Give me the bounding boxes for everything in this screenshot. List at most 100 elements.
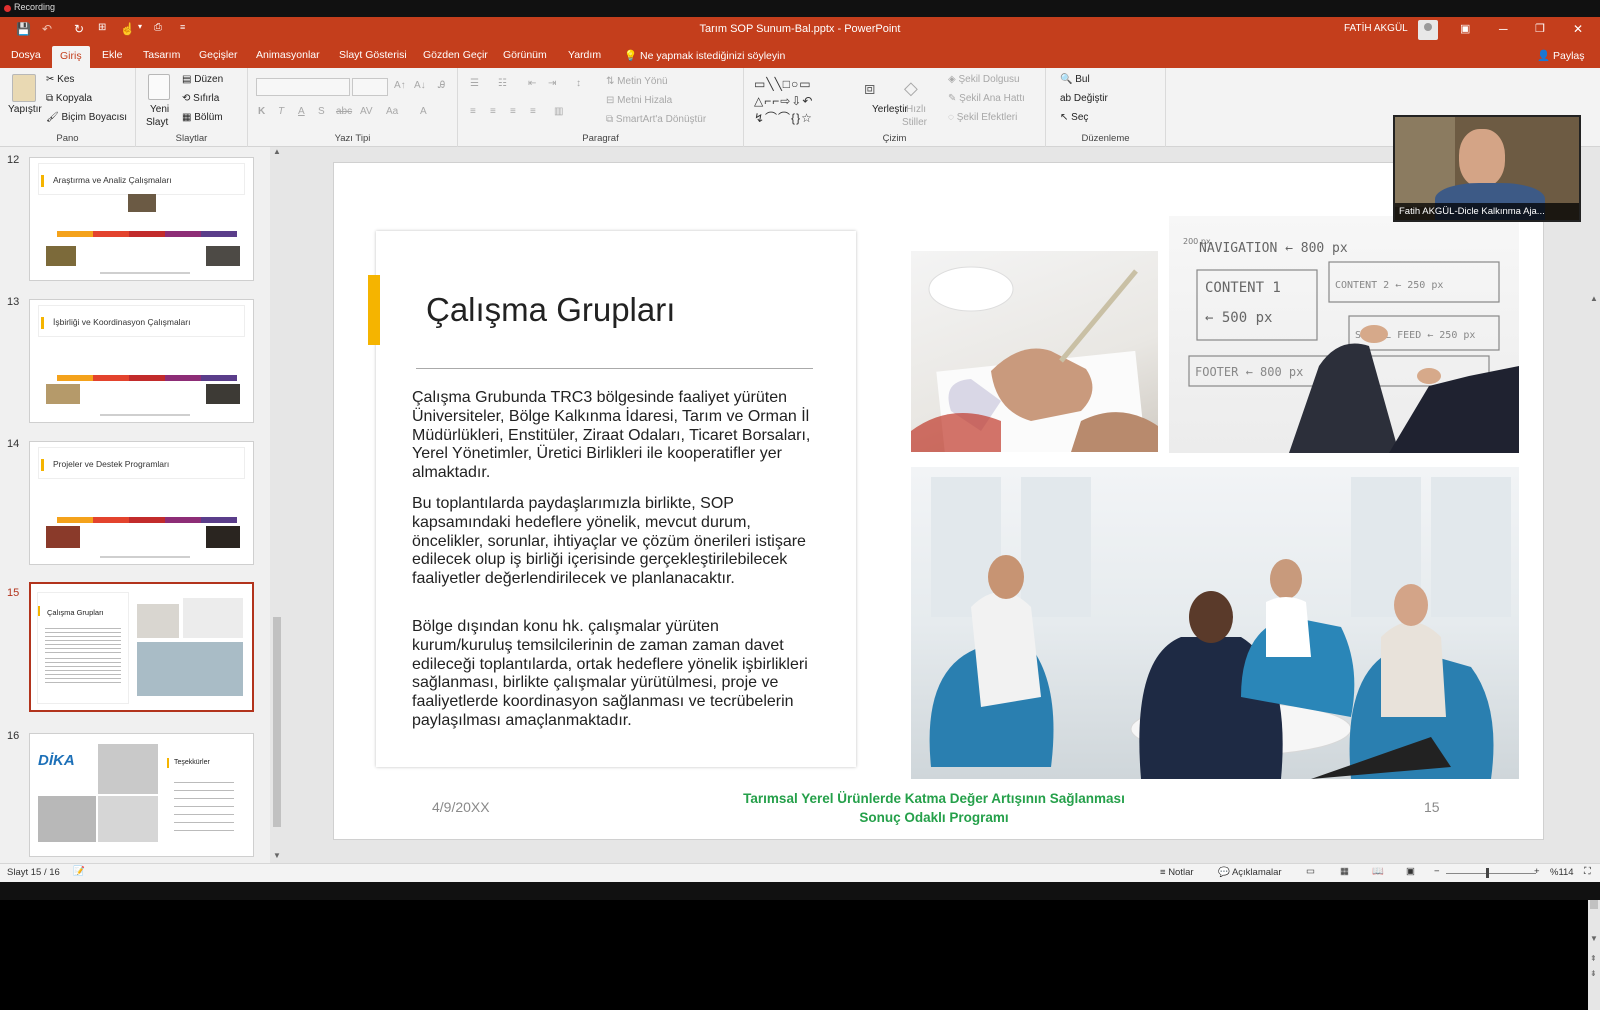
slide-title[interactable]: Çalışma Grupları — [426, 291, 675, 329]
quick-styles-label-1[interactable]: Hızlı — [906, 104, 926, 115]
arrange-button[interactable]: Yerleştir — [872, 104, 908, 115]
bold-icon[interactable]: K — [258, 106, 265, 117]
reset-button[interactable]: ⟲ Sıfırla — [182, 93, 219, 104]
tab-insert[interactable]: Ekle — [102, 49, 122, 61]
decrease-indent-icon[interactable]: ⇤ — [528, 78, 536, 89]
font-color-icon[interactable]: A — [420, 106, 427, 117]
tab-animations[interactable]: Animasyonlar — [256, 49, 320, 61]
scrollbar-thumb[interactable] — [273, 617, 281, 827]
slide-thumbnail-15-selected[interactable]: Çalışma Grupları — [29, 582, 254, 712]
slide-date[interactable]: 4/9/20XX — [432, 799, 490, 815]
zoom-out-icon[interactable]: − — [1434, 866, 1440, 877]
previous-slide-icon[interactable]: ⇞ — [1590, 954, 1597, 963]
slide-canvas[interactable]: Çalışma Grupları Çalışma Grubunda TRC3 b… — [333, 162, 1544, 840]
paste-button[interactable]: Yapıştır — [8, 104, 42, 115]
slide-number[interactable]: 15 — [1424, 799, 1440, 815]
font-grow-icon[interactable]: A↑ — [394, 80, 406, 91]
quick-styles-icon[interactable]: ◇ — [904, 78, 918, 99]
paragraph-1[interactable]: Çalışma Grubunda TRC3 bölgesinde faaliye… — [412, 389, 822, 483]
slideshow-view-icon[interactable]: ▣ — [1406, 866, 1415, 877]
line-spacing-icon[interactable]: ↕ — [576, 78, 581, 89]
select-button[interactable]: ↖ Seç — [1060, 112, 1088, 123]
accessibility-icon[interactable]: 📝 — [73, 866, 85, 877]
paste-icon[interactable] — [12, 74, 36, 102]
slide-thumbnail-13[interactable]: İşbirliği ve Koordinasyon Çalışmaları — [29, 299, 254, 423]
writing-hand-photo[interactable] — [911, 251, 1158, 452]
whiteboard-photo[interactable]: 200 px NAVIGATION ← 800 px CONTENT 1 ← 5… — [1169, 216, 1519, 453]
shadow-icon[interactable]: S — [318, 106, 325, 117]
meeting-photo[interactable] — [911, 467, 1519, 779]
font-family-combo[interactable] — [256, 78, 350, 96]
scroll-up-icon[interactable]: ▲ — [1590, 294, 1598, 303]
paragraph-2[interactable]: Bu toplantılarda paydaşlarımızla birlikt… — [412, 495, 822, 589]
clear-format-icon[interactable]: Ꭿ — [438, 80, 445, 91]
scroll-up-icon[interactable]: ▲ — [273, 147, 281, 156]
columns-icon[interactable]: ▥ — [554, 106, 563, 117]
slide-thumbnail-16[interactable]: DİKA Teşekkürler — [29, 733, 254, 857]
tab-help[interactable]: Yardım — [568, 49, 601, 61]
comments-button[interactable]: 💬 Açıklamalar — [1218, 867, 1282, 878]
change-case-icon[interactable]: Aa — [386, 106, 398, 117]
align-right-icon[interactable]: ≡ — [510, 106, 516, 117]
format-painter-button[interactable]: 🖌 Biçim Boyacısı — [46, 112, 127, 123]
quick-styles-label-2[interactable]: Stiller — [902, 117, 927, 128]
zoom-in-icon[interactable]: + — [1534, 866, 1540, 877]
minimize-icon[interactable]: ─ — [1499, 22, 1508, 36]
tab-file[interactable]: Dosya — [11, 49, 41, 61]
ribbon-display-icon[interactable]: ▣ — [1460, 22, 1470, 35]
tab-review[interactable]: Gözden Geçir — [423, 49, 488, 61]
tab-view[interactable]: Görünüm — [503, 49, 547, 61]
new-slide-label-1[interactable]: Yeni — [150, 104, 169, 115]
new-slide-icon[interactable] — [148, 74, 170, 100]
smartart-button[interactable]: ⧉ SmartArt'a Dönüştür — [606, 114, 706, 125]
copy-button[interactable]: ⧉ Kopyala — [46, 93, 92, 104]
replace-button[interactable]: ab Değiştir — [1060, 93, 1108, 104]
close-icon[interactable]: ✕ — [1573, 22, 1583, 36]
scroll-down-icon[interactable]: ▼ — [1590, 934, 1598, 943]
align-center-icon[interactable]: ≡ — [490, 106, 496, 117]
scroll-down-icon[interactable]: ▼ — [273, 851, 281, 860]
next-slide-icon[interactable]: ⇟ — [1590, 969, 1597, 978]
reading-view-icon[interactable]: 📖 — [1372, 866, 1384, 877]
tab-design[interactable]: Tasarım — [143, 49, 180, 61]
shape-effects-button[interactable]: ◌ Şekil Efektleri — [948, 112, 1017, 123]
slide-thumbnail-14[interactable]: Projeler ve Destek Programları — [29, 441, 254, 565]
avatar[interactable] — [1418, 20, 1438, 40]
text-direction-button[interactable]: ⇅ Metin Yönü — [606, 76, 668, 87]
paragraph-3[interactable]: Bölge dışından konu hk. çalışmalar yürüt… — [412, 618, 822, 731]
char-spacing-icon[interactable]: AV — [360, 106, 373, 117]
slide-sorter-icon[interactable]: ▦ — [1340, 866, 1349, 877]
align-text-button[interactable]: ⊟ Metni Hizala — [606, 95, 672, 106]
tab-home[interactable]: Giriş — [52, 46, 90, 68]
layout-button[interactable]: ▤ Düzen — [182, 74, 223, 85]
shape-fill-button[interactable]: ◈ Şekil Dolgusu — [948, 74, 1020, 85]
tab-slideshow[interactable]: Slayt Gösterisi — [339, 49, 407, 61]
slide-thumbnail-12[interactable]: Araştırma ve Analiz Çalışmaları — [29, 157, 254, 281]
user-name[interactable]: FATİH AKGÜL — [1344, 23, 1408, 34]
fit-to-window-icon[interactable]: ⛶ — [1584, 866, 1591, 877]
numbering-icon[interactable]: ☷ — [498, 78, 507, 89]
arrange-icon[interactable]: ⧈ — [864, 78, 875, 99]
tab-transitions[interactable]: Geçişler — [199, 49, 238, 61]
shape-outline-button[interactable]: ✎ Şekil Ana Hattı — [948, 93, 1025, 104]
find-button[interactable]: 🔍 Bul — [1060, 74, 1090, 85]
normal-view-icon[interactable]: ▭ — [1306, 866, 1315, 877]
tell-me-search[interactable]: 💡 Ne yapmak istediğinizi söyleyin — [624, 49, 785, 62]
zoom-slider-thumb[interactable] — [1486, 868, 1489, 878]
strikethrough-icon[interactable]: abc — [336, 106, 352, 117]
new-slide-label-2[interactable]: Slayt — [146, 117, 168, 128]
cut-button[interactable]: ✂ Kes — [46, 74, 74, 85]
zoom-slider[interactable] — [1446, 873, 1536, 874]
underline-icon[interactable]: A — [298, 106, 305, 117]
bullets-icon[interactable]: ☰ — [470, 78, 479, 89]
font-shrink-icon[interactable]: A↓ — [414, 80, 426, 91]
align-left-icon[interactable]: ≡ — [470, 106, 476, 117]
zoom-level[interactable]: %114 — [1550, 867, 1574, 878]
font-size-combo[interactable] — [352, 78, 388, 96]
share-button[interactable]: 👤 Paylaş — [1537, 49, 1585, 62]
thumbnails-scrollbar[interactable]: ▲ ▼ — [271, 147, 283, 863]
notes-button[interactable]: ≡ Notlar — [1160, 867, 1194, 878]
shapes-gallery-icon[interactable]: ▭╲╲□○▭ △⌐⌐⇨⇩↶ ↯⌒⌒{}☆ — [754, 76, 860, 126]
italic-icon[interactable]: T — [278, 106, 284, 117]
section-button[interactable]: ▦ Bölüm — [182, 112, 223, 123]
